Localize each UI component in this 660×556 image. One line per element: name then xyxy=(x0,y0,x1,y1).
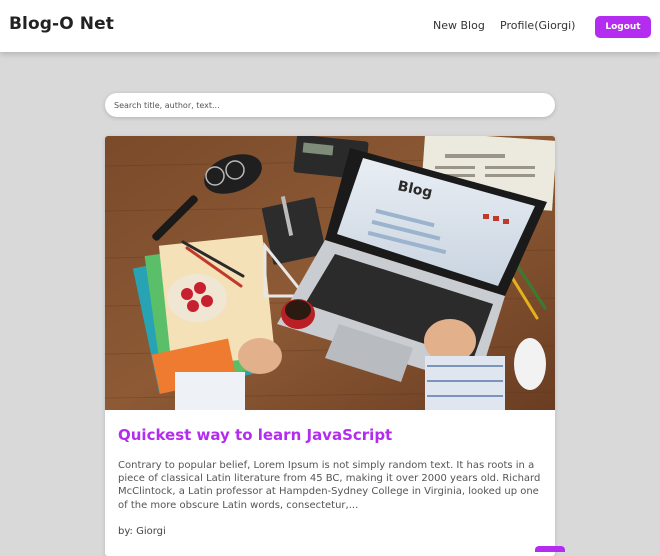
profile-link[interactable]: Profile(Giorgi) xyxy=(500,19,575,32)
post-title[interactable]: Quickest way to learn JavaScript xyxy=(118,426,392,444)
post-excerpt: Contrary to popular belief, Lorem Ipsum … xyxy=(118,460,541,511)
blog-post-card[interactable]: Blog Quickest way to learn JavaScript Co… xyxy=(105,136,555,556)
brand-logo[interactable]: Blog-O Net xyxy=(9,14,114,34)
logout-button[interactable]: Logout xyxy=(595,16,651,38)
search-input[interactable] xyxy=(105,93,555,117)
read-more-button[interactable] xyxy=(535,546,565,552)
post-cover-image[interactable]: Blog xyxy=(105,136,555,410)
post-author: by: Giorgi xyxy=(118,526,166,537)
new-blog-link[interactable]: New Blog xyxy=(433,19,485,32)
search-bar xyxy=(105,93,555,117)
navbar: Blog-O Net New Blog Profile(Giorgi) Logo… xyxy=(0,0,660,52)
